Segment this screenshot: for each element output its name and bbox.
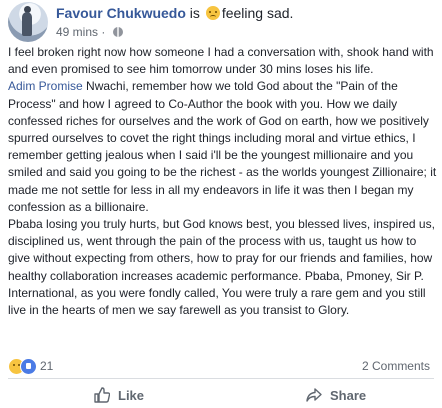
post-header: Favour Chukwuedo is feeling sad. 49 mins… (8, 2, 434, 42)
post-body: I feel broken right now how someone I ha… (8, 44, 438, 319)
post-meta: 49 mins · (56, 24, 123, 40)
sad-face-icon (205, 6, 220, 20)
like-reaction-icon[interactable] (20, 358, 37, 375)
paragraph-2: Adim Promise Nwachi, remember how we tol… (8, 78, 438, 216)
feeling-text: feeling sad. (221, 5, 294, 21)
globe-icon[interactable] (112, 27, 123, 37)
facebook-post: Favour Chukwuedo is feeling sad. 49 mins… (0, 0, 442, 408)
timestamp[interactable]: 49 mins · (56, 25, 105, 39)
comments-count[interactable]: 2 Comments (362, 359, 430, 373)
avatar-figure-body (22, 12, 32, 36)
reaction-count[interactable]: 21 (40, 359, 53, 373)
like-label: Like (118, 387, 145, 403)
share-button[interactable]: Share (306, 384, 366, 406)
feeling-prefix: is (189, 5, 200, 21)
reactions-bar: 21 2 Comments (8, 357, 434, 375)
author-name[interactable]: Favour Chukwuedo (56, 5, 186, 21)
author-avatar[interactable] (8, 2, 48, 42)
share-arrow-icon (306, 388, 322, 402)
like-button[interactable]: Like (94, 384, 144, 406)
divider (8, 378, 434, 379)
share-label: Share (330, 387, 367, 403)
paragraph-3: Pbaba losing you truly hurts, but God kn… (8, 217, 435, 318)
thumbs-up-icon (94, 387, 110, 403)
mention-link[interactable]: Adim Promise (8, 79, 83, 93)
paragraph-2-text: Nwachi, remember how we told God about t… (8, 79, 437, 214)
paragraph-1: I feel broken right now how someone I ha… (8, 45, 434, 77)
post-title-line: Favour Chukwuedo is feeling sad. (56, 4, 293, 22)
post-actions: Like Share (8, 384, 434, 406)
